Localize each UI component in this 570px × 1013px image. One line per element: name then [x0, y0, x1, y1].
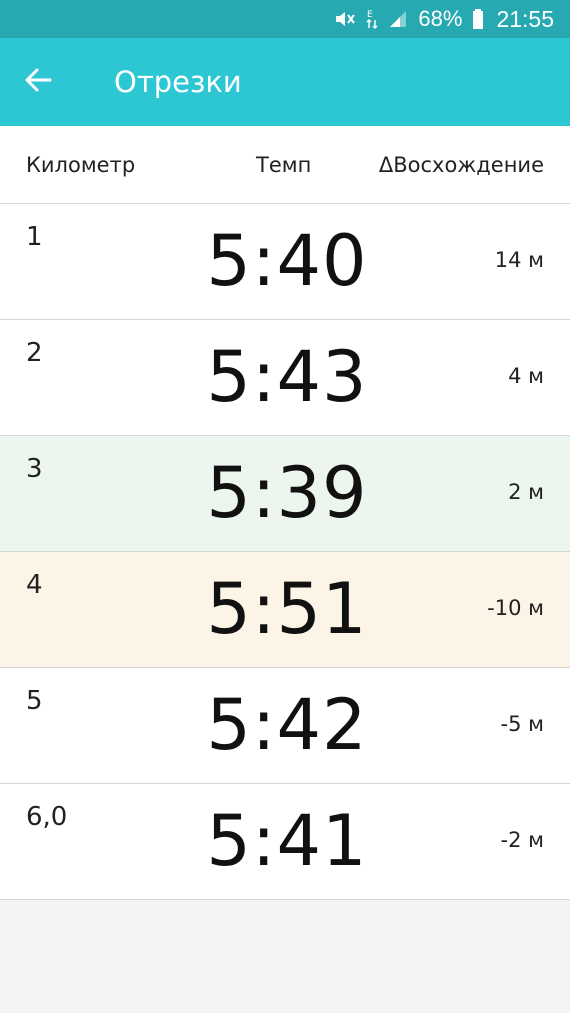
split-pace: 5:39: [206, 452, 368, 534]
table-row: 5 5:42 -5 м: [0, 668, 570, 784]
back-button[interactable]: [0, 38, 76, 126]
split-elevation: -10 м: [487, 596, 544, 620]
page-title: Отрезки: [114, 65, 242, 99]
table-row-fastest: 3 5:39 2 м: [0, 436, 570, 552]
svg-text:E: E: [367, 10, 373, 20]
column-header-km: Километр: [26, 152, 136, 177]
column-header-elevation: ΔВосхождение: [378, 152, 544, 177]
column-header-pace: Темп: [256, 152, 312, 177]
table-row: 1 5:40 14 м: [0, 204, 570, 320]
split-elevation: 14 м: [494, 248, 544, 272]
split-elevation: -5 м: [500, 712, 544, 736]
split-elevation: 2 м: [508, 480, 544, 504]
split-pace: 5:42: [206, 684, 368, 766]
split-elevation: 4 м: [508, 364, 544, 388]
split-pace: 5:43: [206, 336, 368, 418]
table-row: 2 5:43 4 м: [0, 320, 570, 436]
app-bar: Отрезки: [0, 38, 570, 126]
split-elevation: -2 м: [500, 828, 544, 852]
battery-percent: 68%: [418, 6, 463, 31]
clock: 21:55: [496, 5, 554, 32]
table-row-slowest: 4 5:51 -10 м: [0, 552, 570, 668]
signal-icon: [388, 9, 408, 29]
table-row: 6,0 5:41 -2 м: [0, 784, 570, 900]
split-pace: 5:40: [206, 220, 368, 302]
split-pace: 5:41: [206, 800, 368, 882]
mute-icon: [334, 9, 356, 29]
status-bar: E 68% 21:55: [0, 0, 570, 38]
splits-table: Километр Темп ΔВосхождение 1 5:40 14 м 2…: [0, 126, 570, 900]
table-header: Километр Темп ΔВосхождение: [0, 126, 570, 204]
split-pace: 5:51: [206, 568, 368, 650]
battery-icon: [472, 8, 484, 30]
arrow-back-icon: [24, 66, 52, 98]
data-signal-icon: E: [366, 8, 378, 30]
